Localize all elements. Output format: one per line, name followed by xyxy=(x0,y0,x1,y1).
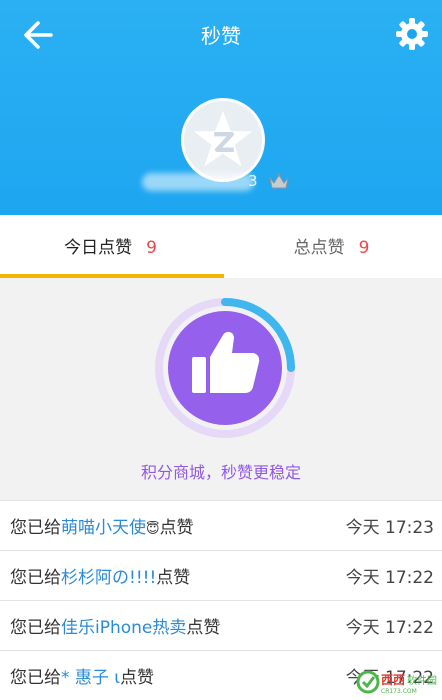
tab-total-label: 总点赞 xyxy=(293,238,345,258)
gear-icon[interactable] xyxy=(392,14,432,54)
list-item-prefix: 您已给 xyxy=(10,568,61,588)
points-mall-link[interactable]: 积分商城，秒赞更稳定 xyxy=(0,459,442,483)
page-title: 秒赞 xyxy=(201,24,241,48)
tab-today-likes[interactable]: 今日点赞 9 xyxy=(0,215,224,278)
header-bar: 秒赞 3 xyxy=(0,0,442,215)
tab-today-count: 9 xyxy=(146,238,157,258)
crown-icon xyxy=(269,173,289,189)
list-item-time: 今天 17:22 xyxy=(345,568,434,588)
like-button[interactable] xyxy=(154,297,296,439)
list-item-suffix: 点赞 xyxy=(159,518,194,538)
list-item-time: 今天 17:23 xyxy=(345,518,434,538)
tab-bar: 今日点赞 9 总点赞 9 xyxy=(0,215,442,278)
list-item-suffix: 点赞 xyxy=(120,668,155,688)
tab-total-count: 9 xyxy=(358,238,370,258)
list-item-prefix: 您已给 xyxy=(10,618,61,638)
site-watermark-logo: 西西 软件园 CR173.COM xyxy=(356,670,437,695)
watermark-site: CR173.COM xyxy=(381,688,417,695)
watermark-label: 软件园 xyxy=(407,674,437,687)
friend-name[interactable]: 杉杉阿の!!!! xyxy=(61,568,156,588)
qzone-star-icon xyxy=(193,110,253,167)
list-item[interactable]: 您已给佳乐iPhone热卖点赞 今天 17:22 xyxy=(0,600,442,650)
list-item-suffix: 点赞 xyxy=(186,618,221,638)
list-item-prefix: 您已给 xyxy=(10,518,61,538)
username-visible-tail: 3 xyxy=(248,172,258,190)
list-item-prefix: 您已给 xyxy=(10,668,61,688)
list-item[interactable]: 您已给萌喵小天使😇点赞 今天 17:23 xyxy=(0,500,442,550)
avatar[interactable] xyxy=(181,98,265,182)
tab-today-label: 今日点赞 xyxy=(64,238,133,258)
friend-name[interactable]: * 惠子 ι xyxy=(61,668,120,688)
watermark-brand: 西西 xyxy=(381,673,405,687)
list-item[interactable]: 您已给杉杉阿の!!!!点赞 今天 17:22 xyxy=(0,550,442,600)
angel-emoji-icon: 😇 xyxy=(146,522,160,537)
list-item-time: 今天 17:22 xyxy=(345,618,434,638)
username-blurred xyxy=(142,173,254,191)
friend-name[interactable]: 萌喵小天使 xyxy=(61,518,146,538)
friend-name[interactable]: 佳乐iPhone热卖 xyxy=(61,618,186,638)
list-item-suffix: 点赞 xyxy=(156,568,191,588)
tab-total-likes[interactable]: 总点赞 9 xyxy=(221,215,442,278)
